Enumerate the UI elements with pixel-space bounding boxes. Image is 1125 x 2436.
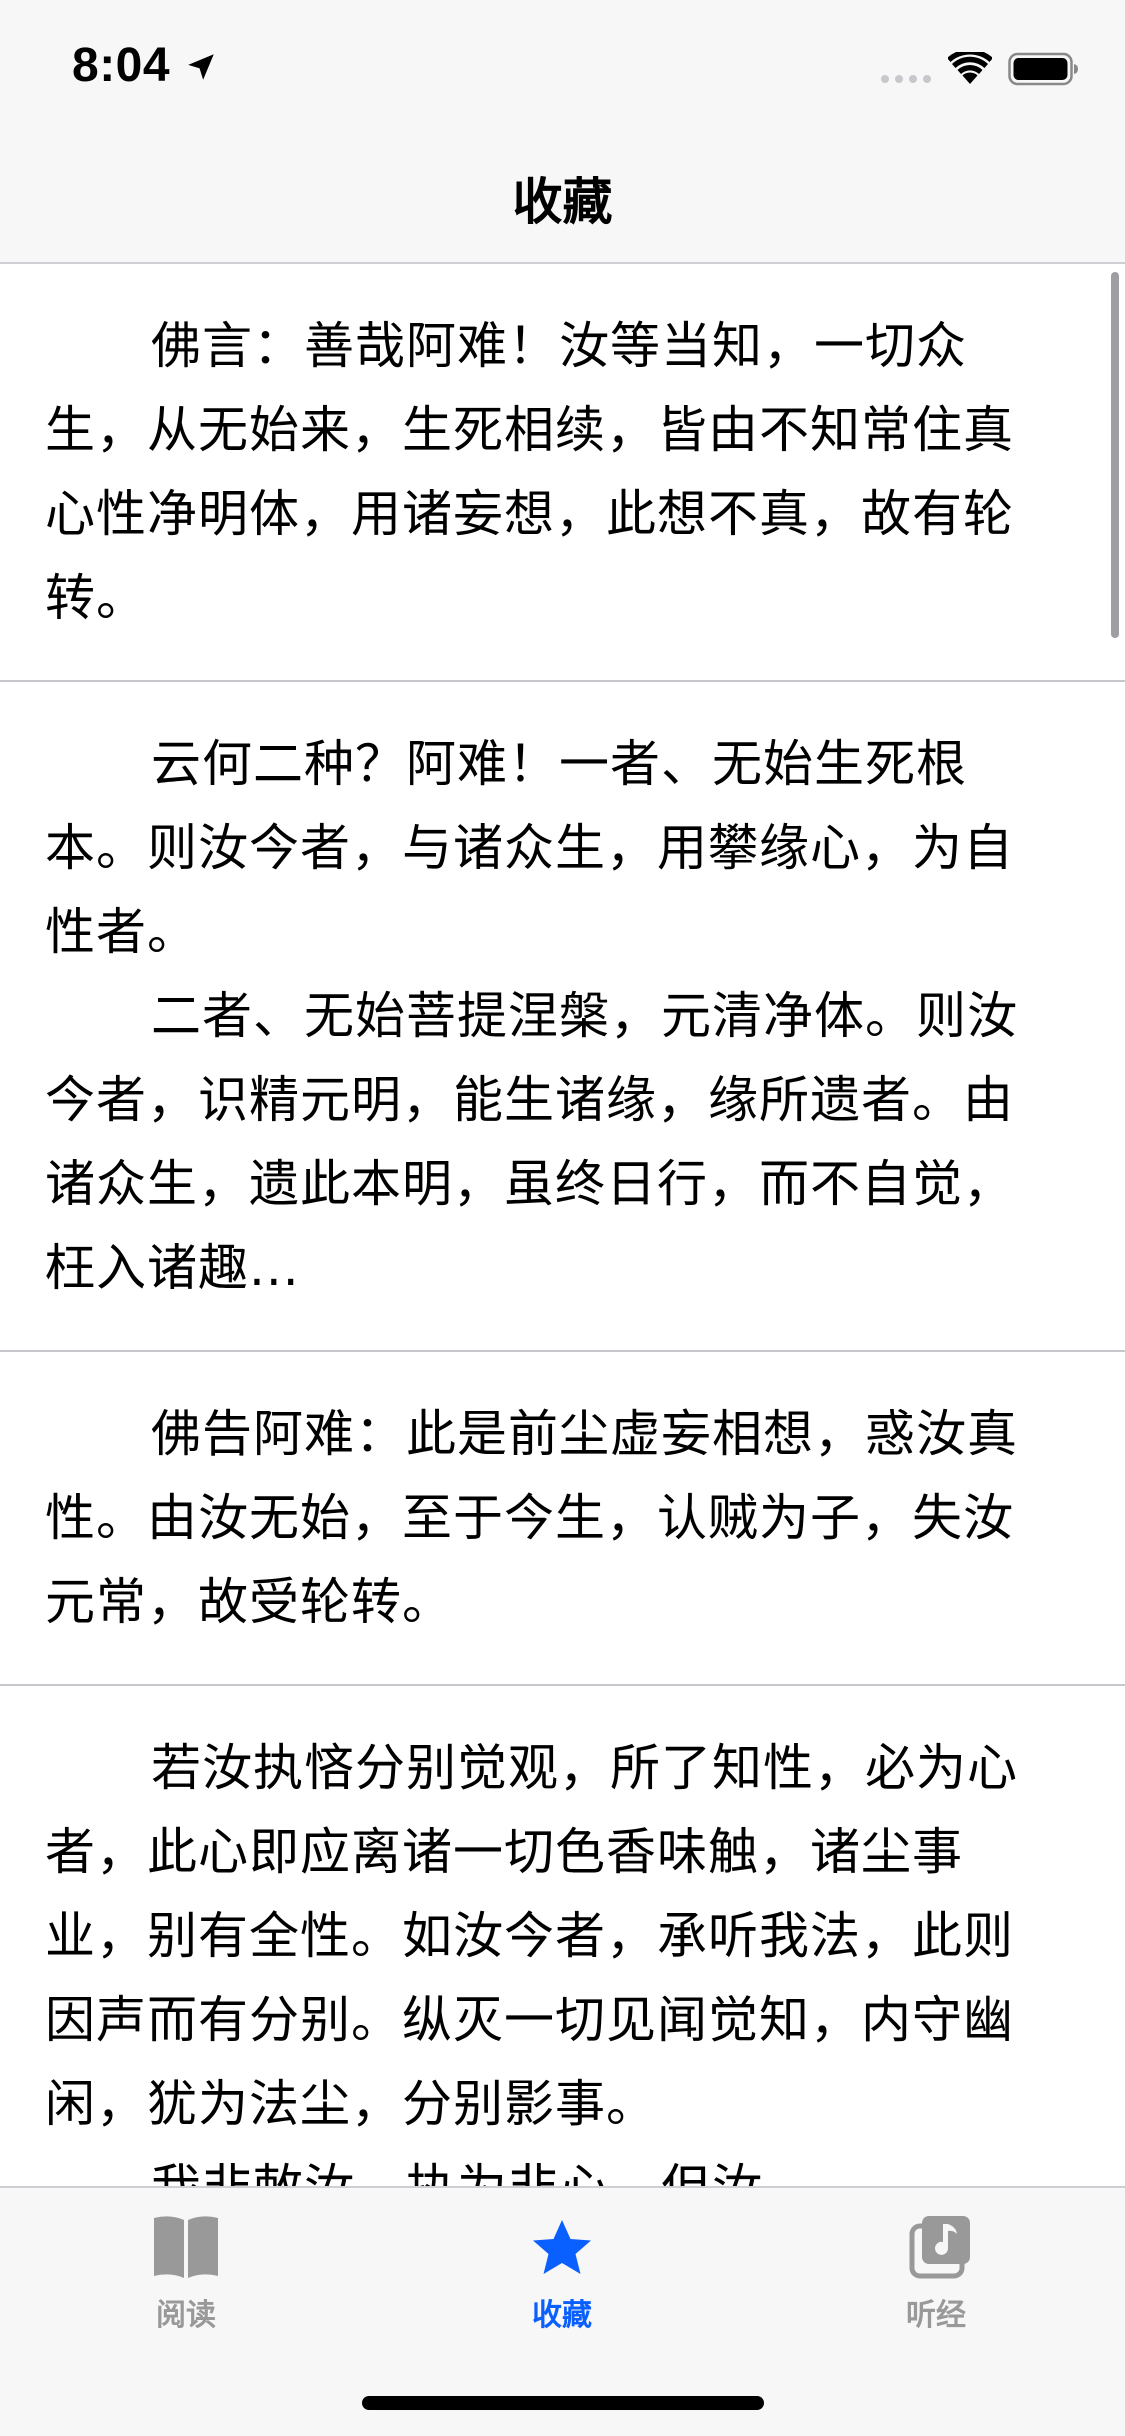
scroll-indicator[interactable] — [1111, 272, 1119, 638]
tab-listen-label: 听经 — [906, 2298, 966, 2333]
list-item[interactable]: 若汝执悋分别觉观，所了知性，必为心者，此心即应离诸一切色香味触，诸尘事业，别有全… — [0, 1686, 1125, 2186]
list-item-text: 佛言：善哉阿难！汝等当知，一切众生，从无始来，生死相续，皆由不知常住真心性净明体… — [45, 317, 1014, 627]
list-item-text: 二者、无始菩提涅槃，元清净体。则汝今者，识精元明，能生诸缘，缘所遗者。由诸众生，… — [45, 987, 1018, 1297]
cellular-signal-icon — [881, 75, 931, 83]
home-indicator[interactable] — [362, 2396, 764, 2410]
list-item-text: 若汝执悋分别觉观，所了知性，必为心者，此心即应离诸一切色香味触，诸尘事业，别有全… — [45, 1739, 1018, 2133]
list-item[interactable]: 云何二种？阿难！一者、无始生死根本。则汝今者，与诸众生，用攀缘心，为自性者。 二… — [0, 682, 1125, 1352]
status-bar: 8:04 — [0, 0, 1125, 132]
list-item[interactable]: 佛言：善哉阿难！汝等当知，一切众生，从无始来，生死相续，皆由不知常住真心性净明体… — [0, 264, 1125, 682]
battery-icon — [1008, 52, 1078, 86]
screen: 8:04 收藏 佛言：善哉阿难！汝等当知，一切众生，从无始来，生死相续，皆由不知… — [0, 0, 1125, 2436]
tab-favorites[interactable]: 收藏 — [462, 2212, 662, 2352]
tab-read-label: 阅读 — [156, 2298, 216, 2333]
list-item[interactable]: 佛告阿难：此是前尘虚妄相想，惑汝真性。由汝无始，至于今生，认贼为子，失汝元常，故… — [0, 1352, 1125, 1686]
list-item-text: 我非敕汝，执为非心，但汝... — [45, 2146, 1045, 2186]
page-title: 收藏 — [512, 173, 613, 231]
music-note-icon — [909, 2216, 970, 2279]
list-item-text: 云何二种？阿难！一者、无始生死根本。则汝今者，与诸众生，用攀缘心，为自性者。 — [45, 735, 1014, 961]
star-icon — [533, 2220, 591, 2274]
favorites-list[interactable]: 佛言：善哉阿难！汝等当知，一切众生，从无始来，生死相续，皆由不知常住真心性净明体… — [0, 264, 1125, 2186]
navigation-bar: 收藏 — [0, 132, 1125, 264]
location-arrow-icon — [188, 54, 214, 80]
tab-favorites-label: 收藏 — [532, 2298, 592, 2333]
book-icon — [154, 2216, 218, 2278]
tab-read[interactable]: 阅读 — [86, 2212, 286, 2352]
wifi-icon — [948, 52, 992, 84]
status-time: 8:04 — [72, 39, 171, 92]
list-item-text: 佛告阿难：此是前尘虚妄相想，惑汝真性。由汝无始，至于今生，认贼为子，失汝元常，故… — [45, 1405, 1018, 1631]
tab-listen[interactable]: 听经 — [836, 2212, 1036, 2352]
